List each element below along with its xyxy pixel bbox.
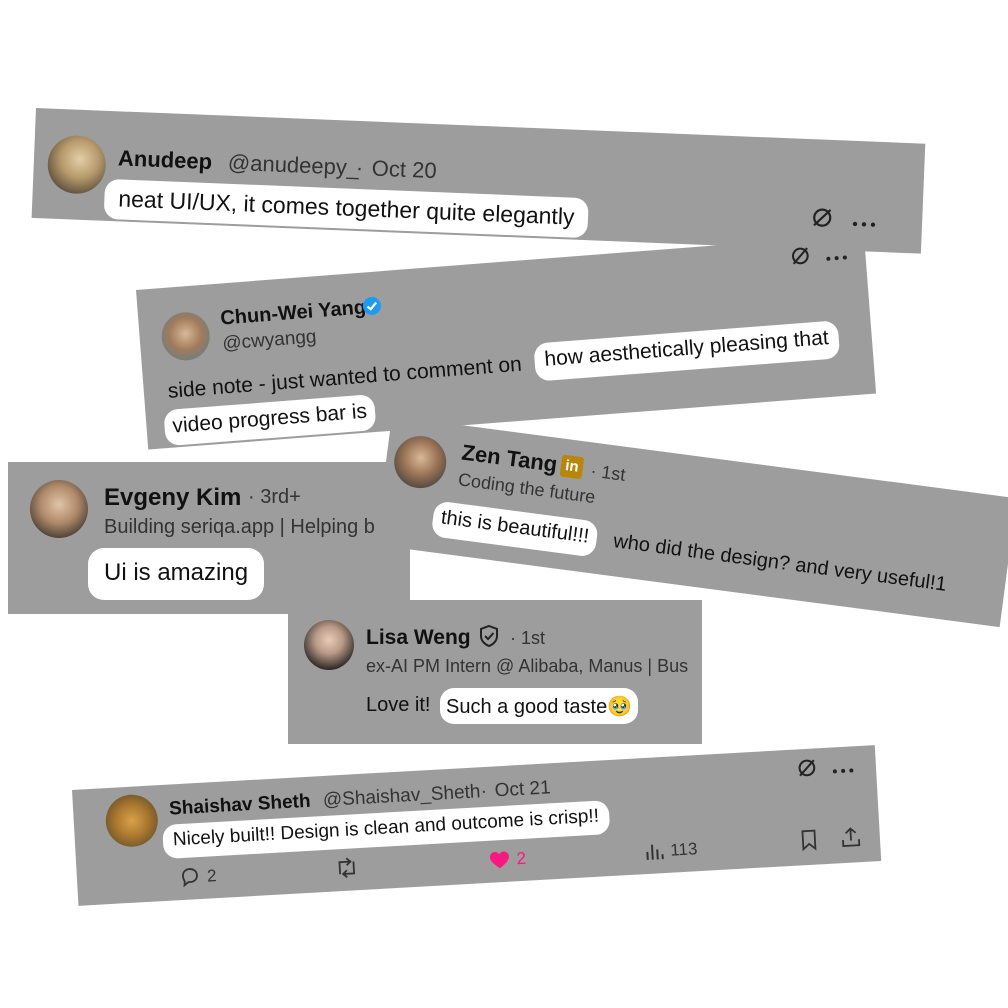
reply-count: 2 [206, 866, 218, 886]
avatar[interactable] [30, 480, 88, 538]
shield-check-icon [478, 624, 500, 648]
connection-degree: · 3rd+ [248, 486, 301, 508]
avatar[interactable] [104, 793, 160, 849]
avatar[interactable] [46, 134, 107, 195]
author-name[interactable]: Lisa Weng [366, 626, 471, 650]
comment-text-highlight: Ui is amazing [88, 548, 265, 600]
more-icon[interactable] [852, 215, 876, 227]
more-icon[interactable] [832, 761, 854, 774]
comment-card-zen-tang: Zen Tang in · 1st Coding the future this… [375, 416, 1008, 628]
author-headline: ex-AI PM Intern @ Alibaba, Manus | Bus [366, 656, 689, 676]
share-icon[interactable] [839, 826, 862, 849]
retweet-icon[interactable] [334, 856, 359, 879]
avatar[interactable] [304, 620, 354, 670]
grok-icon[interactable] [810, 205, 835, 230]
author-headline: Building seriqa.app | Helping b [104, 516, 375, 538]
comment-text-highlight: how aesthetically pleasing that [533, 320, 841, 382]
views-icon[interactable] [644, 841, 665, 862]
post-date[interactable]: Oct 20 [371, 156, 437, 185]
grok-icon[interactable] [789, 244, 813, 268]
author-name[interactable]: Shaishav Sheth [169, 791, 312, 821]
comment-text-highlight: Such a good taste🥹 [440, 688, 639, 724]
comment-text-plain: Love it! [366, 694, 431, 716]
author-handle[interactable]: @anudeepy_ [227, 150, 359, 181]
comment-card-evgeny-kim: Evgeny Kim · 3rd+ Building seriqa.app | … [8, 462, 410, 614]
verified-badge-icon [361, 295, 382, 316]
author-name[interactable]: Evgeny Kim [104, 484, 241, 512]
comment-card-chun-wei-yang: Chun-Wei Yang @cwyangg side note - just … [136, 233, 877, 450]
separator: · [480, 780, 488, 803]
connection-degree: · 1st [589, 460, 627, 485]
avatar[interactable] [159, 310, 212, 363]
author-name[interactable]: Chun-Wei Yang [220, 296, 367, 330]
like-count: 2 [516, 848, 527, 869]
author-handle[interactable]: @cwyangg [222, 326, 318, 355]
post-date[interactable]: Oct 21 [494, 777, 551, 802]
view-count: 113 [669, 839, 698, 860]
comment-text-highlight: neat UI/UX, it comes together quite eleg… [103, 178, 590, 239]
comment-text-plain: who did the design? and very useful!1 [612, 530, 948, 596]
comment-card-shaishav-sheth: Shaishav Sheth @Shaishav_Sheth · Oct 21 … [72, 745, 882, 906]
comment-card-anudeep: Anudeep @anudeepy_ · Oct 20 neat UI/UX, … [31, 108, 926, 254]
linkedin-icon: in [559, 454, 585, 480]
comment-text-highlight: video progress bar is [163, 394, 377, 447]
heart-icon[interactable] [488, 850, 511, 871]
avatar[interactable] [391, 432, 450, 492]
reply-icon[interactable] [178, 865, 201, 888]
comment-text-highlight: this is beautiful!!! [430, 500, 599, 558]
bookmark-icon[interactable] [799, 828, 818, 852]
author-handle[interactable]: @Shaishav_Sheth [322, 781, 481, 812]
author-name[interactable]: Anudeep [118, 145, 213, 175]
more-icon[interactable] [825, 248, 848, 261]
comment-card-lisa-weng: Lisa Weng · 1st ex-AI PM Intern @ Alibab… [288, 600, 702, 744]
connection-degree: · 1st [510, 628, 546, 648]
grok-icon[interactable] [795, 756, 818, 779]
separator: · [355, 154, 364, 181]
